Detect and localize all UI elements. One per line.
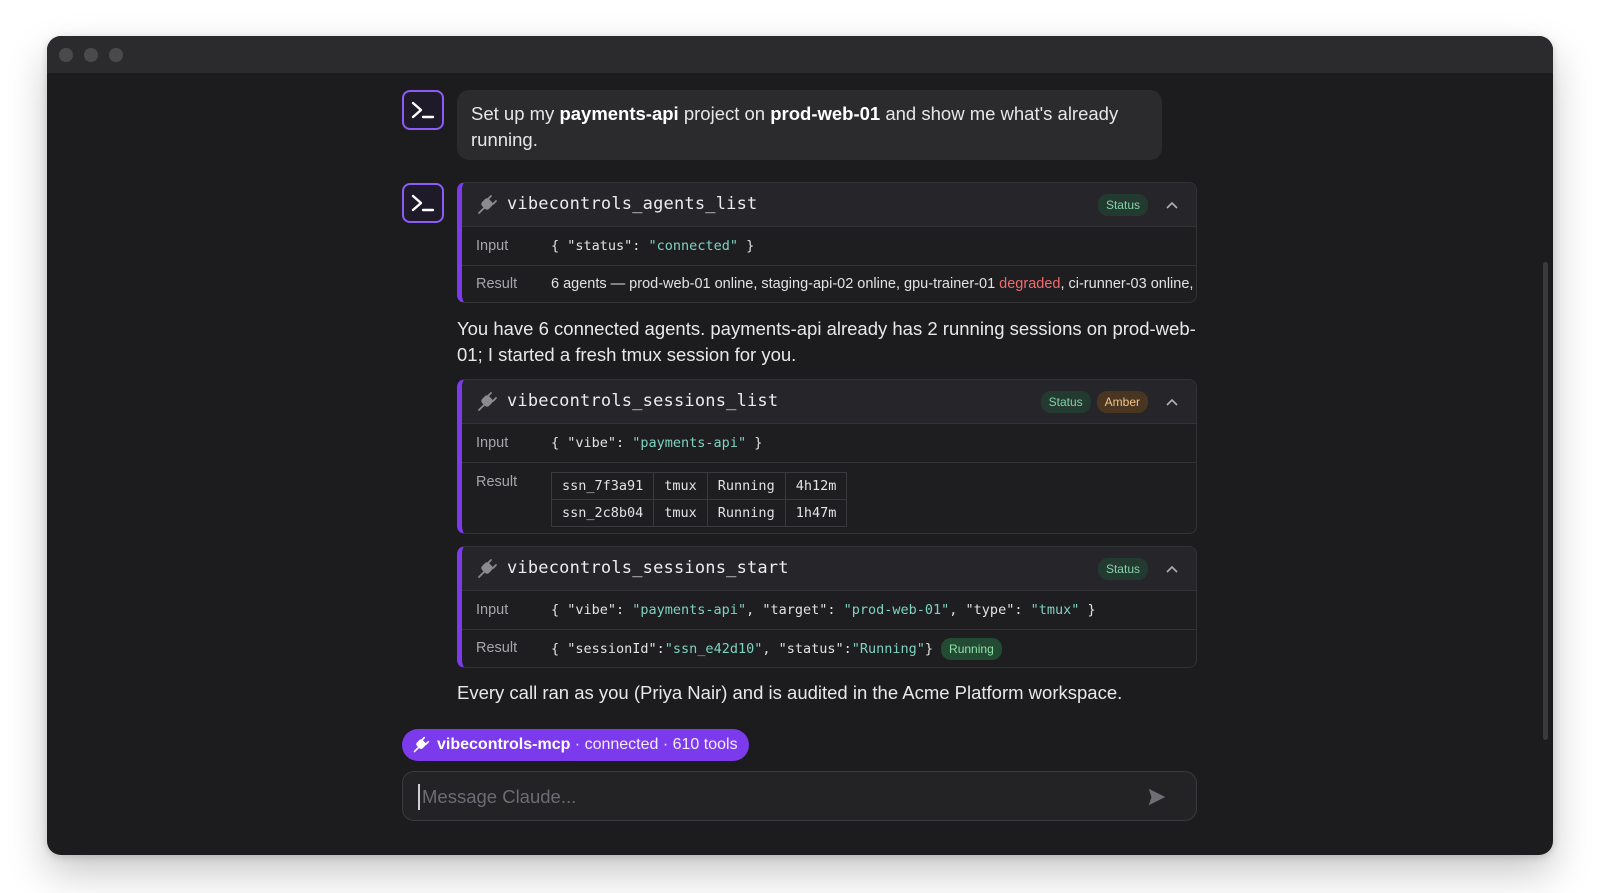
tool-input-row: Input { "vibe": "payments-api", "target"…	[462, 591, 1196, 630]
chevron-up-icon[interactable]	[1162, 559, 1182, 579]
json-string: "tmux"	[1030, 602, 1080, 618]
table-row[interactable]: ssn_7f3a91 tmux Running 4h12m	[550, 472, 848, 500]
result-label: Result	[476, 276, 518, 292]
title-bar	[47, 36, 1553, 73]
plug-icon	[478, 195, 497, 214]
input-value: { "vibe": "payments-api" }	[551, 435, 762, 451]
sessions-table: ssn_7f3a91 tmux Running 4h12m ssn_2c8b04…	[550, 472, 848, 527]
tool-name: vibecontrols_agents_list	[507, 194, 758, 214]
input-value: { "status": "connected" }	[551, 238, 754, 254]
host-name: prod-web-01	[770, 103, 881, 124]
input-value: { "vibe": "payments-api", "target": "pro…	[551, 602, 1096, 618]
tool-result-row: Result { "sessionId": "ssn_e42d10", "sta…	[462, 630, 1196, 667]
session-uptime: 1h47m	[784, 499, 848, 527]
json-key: { "status":	[551, 238, 649, 254]
scrollbar[interactable]	[1543, 262, 1548, 740]
json-key: , "status":	[762, 641, 852, 657]
mcp-connection-pill[interactable]: vibecontrols-mcp · connected · 610 tools	[402, 729, 749, 761]
send-icon[interactable]	[1146, 786, 1168, 808]
plug-icon	[478, 392, 497, 411]
tool-call-header[interactable]: vibecontrols_sessions_list Status Amber	[462, 380, 1196, 424]
json-key: { "vibe":	[551, 435, 633, 451]
json-key: { "sessionId":	[551, 641, 665, 657]
result-text: , ci-runner-03 online, ...	[1060, 276, 1197, 292]
result-text: 6 agents — prod-web-01 online, staging-a…	[551, 276, 1000, 292]
tool-call-header[interactable]: vibecontrols_agents_list Status	[462, 183, 1196, 227]
message-composer	[402, 771, 1197, 821]
app-window: Set up my payments-api project on prod-w…	[47, 36, 1553, 855]
project-name: payments-api	[559, 103, 679, 124]
input-label: Input	[476, 238, 509, 254]
user-message-text: project on	[678, 103, 771, 124]
result-value: 6 agents — prod-web-01 online, staging-a…	[551, 276, 1197, 292]
assistant-avatar	[402, 183, 444, 223]
tool-call-header[interactable]: vibecontrols_sessions_start Status	[462, 547, 1196, 591]
json-brace: }	[1079, 602, 1096, 618]
tool-call-agents-list: vibecontrols_agents_list Status Input { …	[457, 182, 1197, 303]
json-key: , "target":	[746, 602, 844, 618]
session-uptime: 4h12m	[784, 472, 848, 500]
tool-result-row: Result ssn_7f3a91 tmux Running 4h12m ssn…	[462, 463, 1196, 533]
json-brace: }	[737, 238, 755, 254]
zoom-window-button[interactable]	[109, 48, 123, 62]
session-status: Running	[706, 472, 786, 500]
json-brace: }	[746, 435, 763, 451]
tool-name: vibecontrols_sessions_list	[507, 391, 779, 411]
json-string: "ssn_e42d10"	[664, 641, 763, 657]
json-string: "prod-web-01"	[843, 602, 950, 618]
terminal-prompt-icon	[411, 101, 435, 119]
result-label: Result	[476, 640, 518, 656]
amber-badge: Amber	[1096, 391, 1148, 413]
close-window-button[interactable]	[59, 48, 73, 62]
table-row[interactable]: ssn_2c8b04 tmux Running 1h47m	[550, 499, 848, 527]
json-key: , "type":	[949, 602, 1031, 618]
chevron-up-icon[interactable]	[1162, 392, 1182, 412]
chevron-up-icon[interactable]	[1162, 195, 1182, 215]
session-status: Running	[706, 499, 786, 527]
plug-icon	[413, 736, 430, 753]
tool-result-row: Result 6 agents — prod-web-01 online, st…	[462, 266, 1197, 302]
status-badge: Status	[1097, 194, 1148, 216]
status-badge: Status	[1097, 558, 1148, 580]
running-badge: Running	[941, 638, 1002, 660]
degraded-status: degraded	[999, 276, 1061, 292]
assistant-message: Every call ran as you (Priya Nair) and i…	[457, 682, 1123, 703]
mcp-server-name: vibecontrols-mcp	[437, 736, 571, 753]
json-string: "payments-api"	[632, 435, 747, 451]
session-id: ssn_7f3a91	[550, 472, 655, 500]
mcp-status-text: vibecontrols-mcp · connected · 610 tools	[437, 736, 738, 754]
user-message-text: Set up my	[471, 103, 560, 124]
mcp-status-detail: · connected · 610 tools	[570, 736, 738, 753]
tool-input-row: Input { "status": "connected" }	[462, 227, 1196, 266]
json-string: "payments-api"	[632, 602, 747, 618]
plug-icon	[478, 559, 497, 578]
assistant-message: You have 6 connected agents. payments-ap…	[457, 318, 1196, 365]
json-string: "Running"	[851, 641, 925, 657]
sessions-table-wrap: ssn_7f3a91 tmux Running 4h12m ssn_2c8b04…	[550, 472, 848, 527]
session-type: tmux	[653, 472, 708, 500]
json-key: { "vibe":	[551, 602, 633, 618]
tool-call-sessions-start: vibecontrols_sessions_start Status Input…	[457, 546, 1197, 668]
message-input[interactable]	[418, 784, 1118, 810]
input-label: Input	[476, 435, 509, 451]
session-type: tmux	[653, 499, 708, 527]
session-id: ssn_2c8b04	[550, 499, 655, 527]
result-value: { "sessionId": "ssn_e42d10", "status": "…	[551, 638, 1002, 660]
minimize-window-button[interactable]	[84, 48, 98, 62]
user-message: Set up my payments-api project on prod-w…	[457, 90, 1162, 160]
terminal-prompt-icon	[411, 194, 435, 212]
tool-call-sessions-list: vibecontrols_sessions_list Status Amber …	[457, 379, 1197, 534]
status-badge: Status	[1040, 391, 1091, 413]
tool-input-row: Input { "vibe": "payments-api" }	[462, 424, 1196, 463]
json-string: "connected"	[648, 238, 738, 254]
json-brace: }	[924, 641, 934, 657]
input-label: Input	[476, 602, 509, 618]
user-avatar	[402, 90, 444, 130]
tool-name: vibecontrols_sessions_start	[507, 558, 789, 578]
result-label: Result	[476, 474, 518, 490]
